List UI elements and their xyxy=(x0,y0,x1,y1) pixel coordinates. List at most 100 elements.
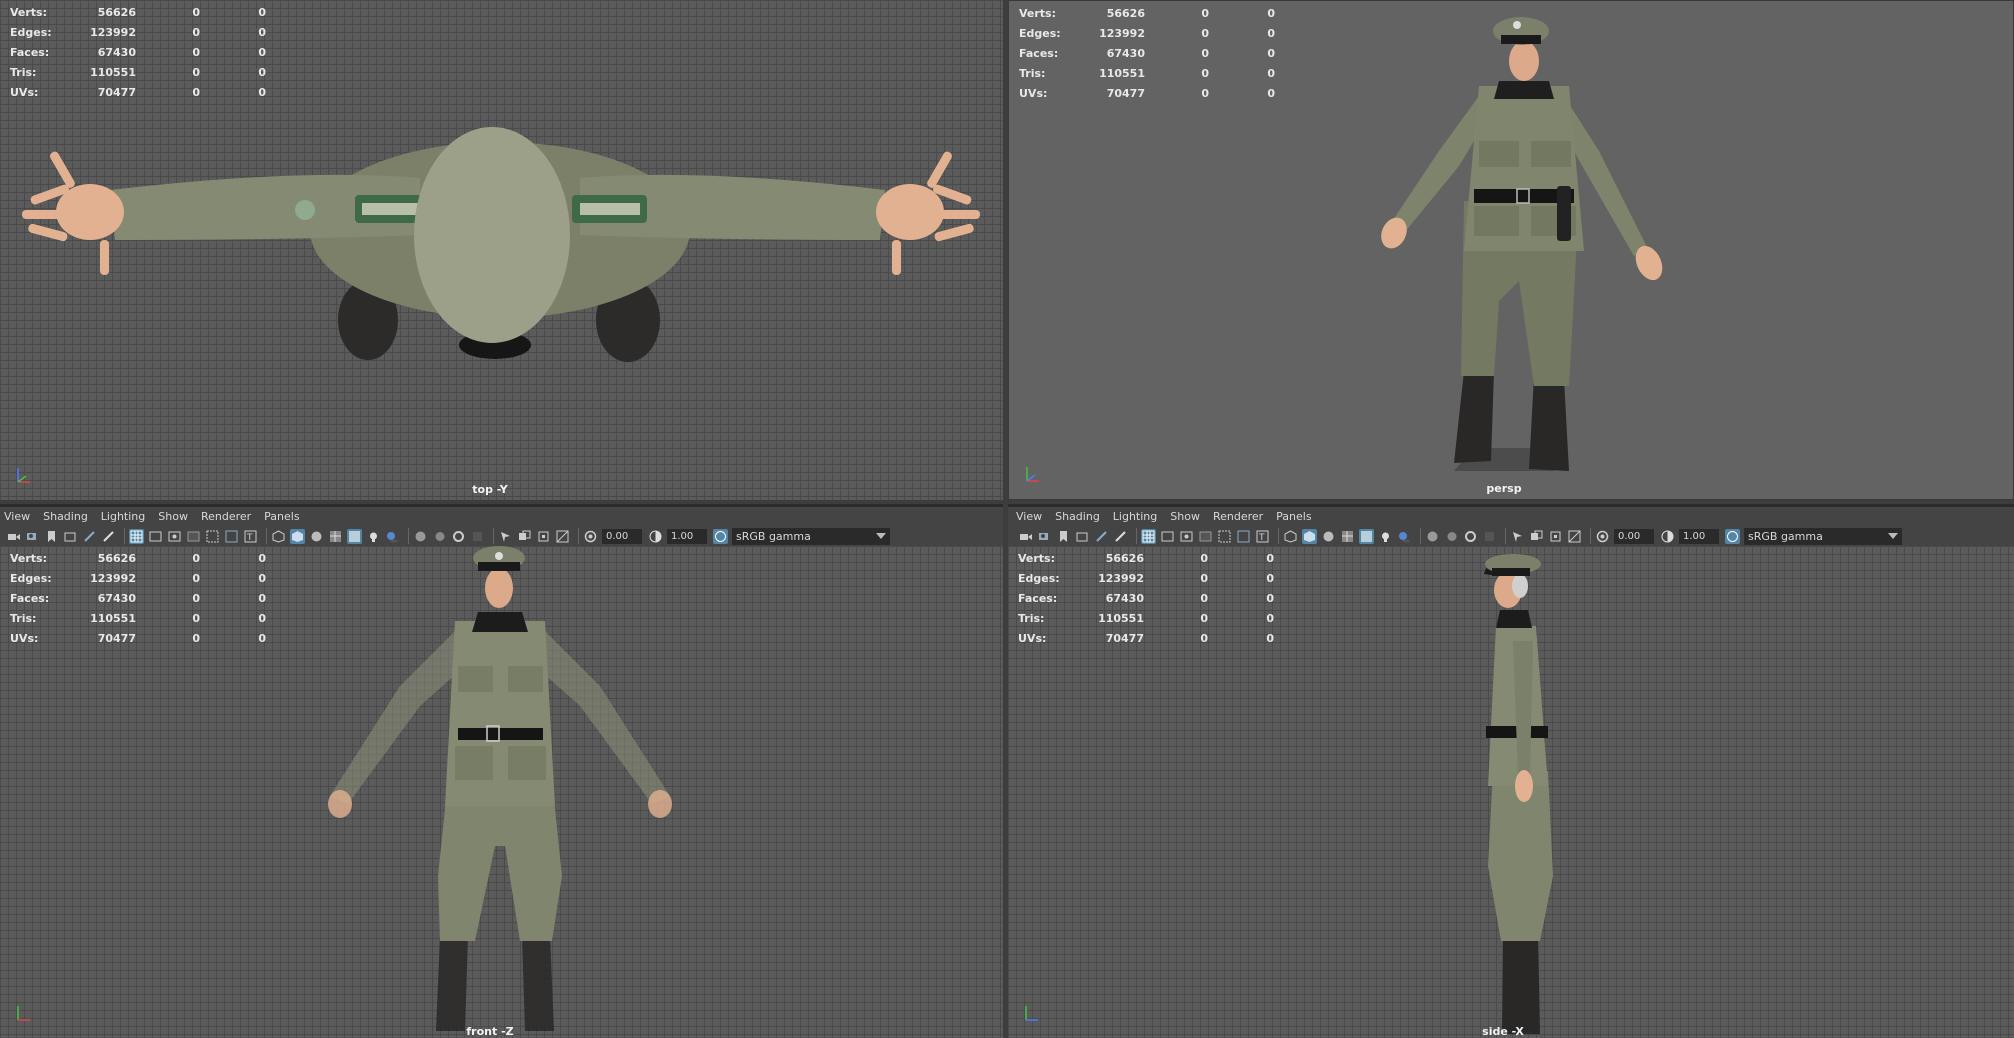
chevron-down-icon xyxy=(1888,532,1898,539)
depth-of-field-icon[interactable] xyxy=(1482,529,1497,544)
film-gate-icon[interactable] xyxy=(1160,529,1175,544)
wireframe-icon[interactable] xyxy=(1283,529,1298,544)
isolate-icon[interactable] xyxy=(498,529,513,544)
bookmark-icon[interactable] xyxy=(1056,529,1071,544)
safe-action-icon[interactable] xyxy=(1236,529,1251,544)
image-plane-icon[interactable] xyxy=(63,529,78,544)
color-space-icon[interactable] xyxy=(713,528,728,544)
toolbar-separator xyxy=(1136,528,1137,544)
gate-mask-icon[interactable] xyxy=(186,529,201,544)
gamma-field[interactable]: 1.00 xyxy=(667,528,707,544)
shadows-icon[interactable] xyxy=(385,529,400,544)
safe-action-icon[interactable] xyxy=(224,529,239,544)
gate-mask-icon[interactable] xyxy=(1198,529,1213,544)
camera-label-side: side -X xyxy=(1482,1025,1524,1038)
character-model-side[interactable] xyxy=(1008,546,2014,1038)
shadows-icon[interactable] xyxy=(1397,529,1412,544)
frame-selection-icon[interactable] xyxy=(536,529,551,544)
frame-selection-icon[interactable] xyxy=(1548,529,1563,544)
menu-show[interactable]: Show xyxy=(1170,510,1200,523)
xray-icon[interactable] xyxy=(347,528,362,544)
character-model-front[interactable] xyxy=(0,546,1003,1038)
motion-blur-icon[interactable] xyxy=(432,529,447,544)
front-viewport[interactable]: Verts: 56626 0 0 Edges: 123992 0 0 Faces: 67430… xyxy=(0,546,1003,1038)
camera-label-persp: persp xyxy=(1486,482,1522,495)
color-space-icon[interactable] xyxy=(1725,528,1740,544)
menu-view[interactable]: View xyxy=(1016,510,1042,523)
motion-blur-icon[interactable] xyxy=(1444,529,1459,544)
gamma-field[interactable]: 1.00 xyxy=(1679,528,1719,544)
wireframe-icon[interactable] xyxy=(271,529,286,544)
menu-shading[interactable]: Shading xyxy=(43,510,88,523)
toolbar-separator xyxy=(408,528,409,544)
depth-of-field-icon[interactable] xyxy=(470,529,485,544)
character-model-persp[interactable] xyxy=(1009,1,2014,500)
show-all-icon[interactable] xyxy=(517,529,532,544)
grid-icon[interactable] xyxy=(1141,528,1156,544)
gamma-icon[interactable] xyxy=(648,529,663,544)
exposure-icon[interactable] xyxy=(1595,529,1610,544)
image-plane-icon[interactable] xyxy=(1075,529,1090,544)
textured-icon[interactable] xyxy=(328,529,343,544)
top-viewport[interactable]: Verts: 56626 0 0 Edges: 123992 0 0 Faces: 67430… xyxy=(0,0,1003,500)
safe-title-icon[interactable]: T xyxy=(243,529,258,544)
default-material-icon[interactable] xyxy=(309,529,324,544)
camera-select-icon[interactable] xyxy=(6,529,21,544)
color-space-dropdown[interactable]: sRGB gamma xyxy=(1744,527,1902,545)
smooth-shade-icon[interactable] xyxy=(290,528,305,544)
camera-attributes-icon[interactable] xyxy=(25,529,40,544)
pane-splitter-horizontal[interactable] xyxy=(0,500,2014,504)
uv-editor-icon[interactable] xyxy=(555,529,570,544)
camera-attributes-icon[interactable] xyxy=(1037,529,1052,544)
isolate-icon[interactable] xyxy=(1510,529,1525,544)
screen-space-ao-icon[interactable] xyxy=(413,529,428,544)
character-model-top[interactable] xyxy=(0,0,1003,500)
exposure-field[interactable]: 0.00 xyxy=(1614,528,1654,544)
film-gate-icon[interactable] xyxy=(148,529,163,544)
grid-icon[interactable] xyxy=(129,528,144,544)
camera-label-top: top -Y xyxy=(472,483,508,496)
field-chart-icon[interactable] xyxy=(205,529,220,544)
menu-lighting[interactable]: Lighting xyxy=(1113,510,1157,523)
viewport-menubar-side: View Shading Lighting Show Renderer Pane… xyxy=(1008,507,2014,525)
color-space-dropdown[interactable]: sRGB gamma xyxy=(732,527,890,545)
menu-renderer[interactable]: Renderer xyxy=(201,510,251,523)
smooth-shade-icon[interactable] xyxy=(1302,528,1317,544)
anti-aliasing-icon[interactable] xyxy=(1463,529,1478,544)
menu-panels[interactable]: Panels xyxy=(264,510,299,523)
uv-editor-icon[interactable] xyxy=(1567,529,1582,544)
viewport-toolbar-front: T 0.00 1.00 sRGB gamma xyxy=(0,524,1003,548)
field-chart-icon[interactable] xyxy=(1217,529,1232,544)
lighting-icon[interactable] xyxy=(366,529,381,544)
menu-panels[interactable]: Panels xyxy=(1276,510,1311,523)
menu-renderer[interactable]: Renderer xyxy=(1213,510,1263,523)
lighting-icon[interactable] xyxy=(1378,529,1393,544)
screen-space-ao-icon[interactable] xyxy=(1425,529,1440,544)
xray-icon[interactable] xyxy=(1359,528,1374,544)
camera-select-icon[interactable] xyxy=(1018,529,1033,544)
exposure-field[interactable]: 0.00 xyxy=(602,528,642,544)
menu-lighting[interactable]: Lighting xyxy=(101,510,145,523)
grease-pencil-icon[interactable] xyxy=(1113,529,1128,544)
exposure-icon[interactable] xyxy=(583,529,598,544)
resolution-gate-icon[interactable] xyxy=(1179,529,1194,544)
toolbar-separator xyxy=(124,528,125,544)
gamma-icon[interactable] xyxy=(1660,529,1675,544)
persp-viewport[interactable]: Verts: 56626 0 0 Edges: 123992 0 0 Faces: 67430… xyxy=(1008,0,2014,500)
side-viewport[interactable]: Verts: 56626 0 0 Edges: 123992 0 0 Faces: 67430… xyxy=(1008,546,2014,1038)
pen-icon[interactable] xyxy=(1094,529,1109,544)
textured-icon[interactable] xyxy=(1340,529,1355,544)
grease-pencil-icon[interactable] xyxy=(101,529,116,544)
menu-view[interactable]: View xyxy=(4,510,30,523)
bookmark-icon[interactable] xyxy=(44,529,59,544)
menu-shading[interactable]: Shading xyxy=(1055,510,1100,523)
show-all-icon[interactable] xyxy=(1529,529,1544,544)
default-material-icon[interactable] xyxy=(1321,529,1336,544)
safe-title-icon[interactable]: T xyxy=(1255,529,1270,544)
pen-icon[interactable] xyxy=(82,529,97,544)
resolution-gate-icon[interactable] xyxy=(167,529,182,544)
menu-show[interactable]: Show xyxy=(158,510,188,523)
anti-aliasing-icon[interactable] xyxy=(451,529,466,544)
toolbar-separator xyxy=(266,528,267,544)
axis-gizmo-icon xyxy=(17,468,30,483)
